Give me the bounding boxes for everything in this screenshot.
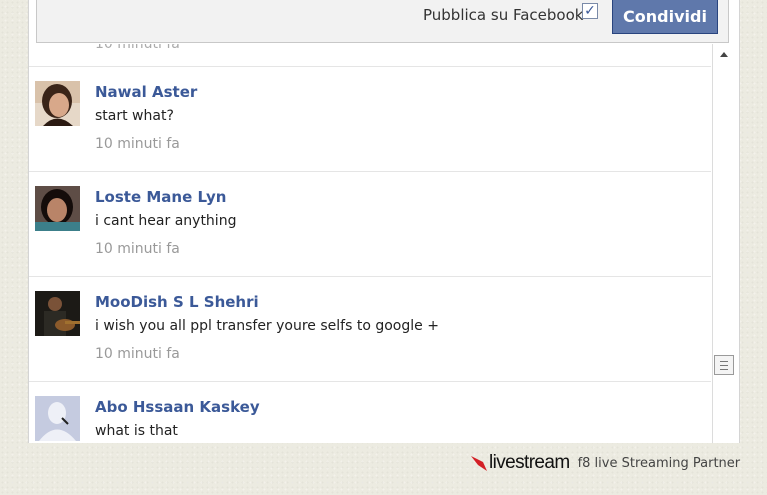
comment-timestamp[interactable]: 10 minuti fa — [95, 241, 180, 257]
comment-item: Abo Hssaan Kaskey what is that — [29, 381, 711, 443]
comment-text: start what? — [95, 108, 174, 124]
comment-text: i cant hear anything — [95, 213, 237, 229]
livestream-logo-wordmark[interactable]: livestream — [489, 452, 570, 474]
streaming-partner-tagline: f8 live Streaming Partner — [577, 455, 741, 471]
comment-author[interactable]: Abo Hssaan Kaskey — [95, 398, 260, 416]
comment-timestamp[interactable]: 10 minuti fa — [95, 136, 180, 152]
publish-on-facebook-checkbox[interactable]: ✓ — [582, 3, 598, 19]
avatar[interactable] — [35, 291, 80, 336]
scroll-up-arrow-icon[interactable] — [720, 52, 728, 57]
comments-scrollbar[interactable] — [712, 44, 739, 443]
comment-item: MooDish S L Shehri i wish you all ppl tr… — [29, 276, 711, 382]
share-bar: Pubblica su Facebook ✓ Condividi — [36, 0, 729, 43]
comment-author[interactable]: Nawal Aster — [95, 83, 197, 101]
livestream-logo-icon — [471, 456, 487, 471]
livestream-footer: livestream f8 live Streaming Partner — [470, 452, 740, 474]
scrollbar-thumb[interactable] — [714, 355, 734, 375]
share-button[interactable]: Condividi — [612, 0, 718, 34]
default-avatar[interactable] — [35, 396, 80, 441]
publish-on-facebook-label: Pubblica su Facebook — [423, 6, 584, 24]
comment-author[interactable]: MooDish S L Shehri — [95, 293, 259, 311]
comment-item: Loste Mane Lyn i cant hear anything 10 m… — [29, 171, 711, 277]
avatar[interactable] — [35, 186, 80, 231]
comments-panel: Pubblica su Facebook ✓ Condividi 10 minu… — [28, 0, 740, 443]
comment-text: i wish you all ppl transfer youre selfs … — [95, 318, 439, 334]
cut-off-timestamp: 10 minuti fa — [95, 44, 180, 52]
comment-list: 10 minuti fa Nawal Aster start what? 10 … — [29, 44, 711, 443]
comment-item: Nawal Aster start what? 10 minuti fa — [29, 66, 711, 172]
comment-author[interactable]: Loste Mane Lyn — [95, 188, 226, 206]
comment-timestamp[interactable]: 10 minuti fa — [95, 346, 180, 362]
avatar[interactable] — [35, 81, 80, 126]
comment-text: what is that — [95, 423, 178, 439]
